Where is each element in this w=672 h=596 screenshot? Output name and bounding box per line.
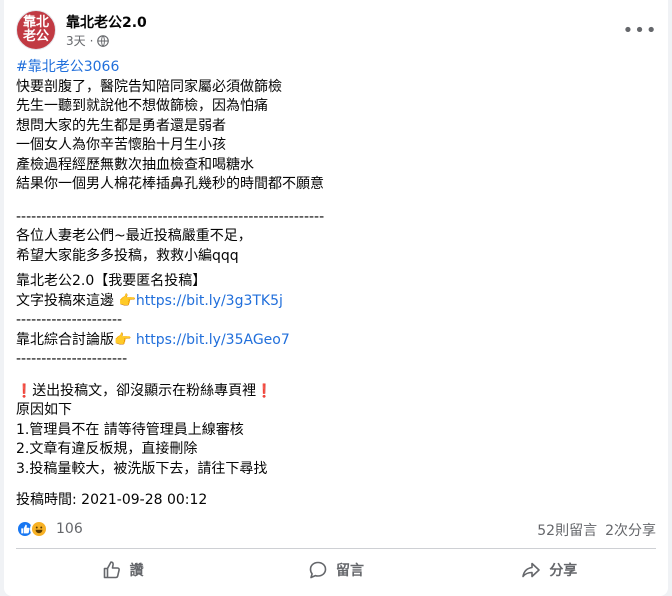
comment-count-link[interactable]: 52則留言 bbox=[537, 520, 597, 540]
post-line: 想問大家的先生都是勇者還是弱者 bbox=[16, 117, 226, 134]
page-name-link[interactable]: 靠北老公2.0 bbox=[66, 12, 147, 32]
meta-dot: · bbox=[89, 33, 94, 48]
share-arrow-icon bbox=[522, 562, 541, 578]
divider bbox=[16, 548, 656, 549]
post-stats: 106 52則留言 2次分享 bbox=[16, 520, 656, 540]
separator-short: ---------------------- bbox=[16, 351, 128, 367]
more-options-button[interactable]: ••• bbox=[623, 14, 657, 46]
reactions-summary[interactable]: 106 bbox=[16, 520, 83, 538]
post-line: 快要剖腹了，醫院告知陪同家屬必須做篩檢 bbox=[16, 78, 282, 95]
text-submit-row: 文字投稿來這邊 👉https://bit.ly/3g3TK5j bbox=[16, 292, 656, 312]
share-label: 分享 bbox=[549, 563, 578, 579]
warning-text: 送出投稿文，卻沒顯示在粉絲專頁裡 bbox=[32, 382, 257, 399]
exclamation-icon: ❗ bbox=[256, 383, 273, 399]
reason-item: 2.文章有違反板規，直接刪除 bbox=[16, 441, 198, 457]
action-bar: 讚 留言 分享 bbox=[16, 552, 656, 588]
notice-line: 希望大家能多多投稿，救救小編qqq bbox=[16, 247, 239, 264]
forum-link[interactable]: https://bit.ly/35AGeo7 bbox=[136, 332, 290, 348]
avatar-text-top: 靠北 bbox=[22, 15, 49, 30]
notice-line: 各位人妻老公們~最近投稿嚴重不足， bbox=[16, 228, 252, 244]
post-meta: 3天 · bbox=[66, 32, 110, 49]
post-body: #靠北老公3066 快要剖腹了，醫院告知陪同家屬必須做篩檢 先生一聽到就說他不想… bbox=[16, 58, 656, 511]
hashtag-link[interactable]: #靠北老公3066 bbox=[16, 58, 656, 78]
submitted-time: 投稿時間: 2021-09-28 00:12 bbox=[16, 492, 208, 508]
comment-button[interactable]: 留言 bbox=[229, 552, 442, 588]
text-submit-label: 文字投稿來這邊 👉 bbox=[16, 292, 136, 309]
reason-item: 3.投稿量較大，被洗版下去，請往下尋找 bbox=[16, 460, 268, 477]
post-line: 先生一聽到就說他不想做篩檢，因為怕痛 bbox=[16, 98, 268, 114]
stats-right: 52則留言 2次分享 bbox=[537, 520, 656, 540]
share-count-link[interactable]: 2次分享 bbox=[605, 520, 656, 540]
reaction-count: 106 bbox=[56, 521, 83, 537]
post-line: 結果你一個男人棉花棒插鼻孔幾秒的時間都不願意 bbox=[16, 176, 324, 192]
haha-reaction-icon bbox=[30, 520, 48, 538]
comment-bubble-icon bbox=[309, 561, 327, 579]
forum-label: 靠北綜合討論版👉 bbox=[16, 331, 136, 348]
globe-icon bbox=[97, 34, 110, 47]
share-button[interactable]: 分享 bbox=[443, 552, 656, 588]
reason-item: 1.管理員不在 請等待管理員上線審核 bbox=[16, 421, 244, 438]
anon-submit-title: 靠北老公2.0【我要匿名投稿】 bbox=[16, 273, 207, 289]
separator-short: --------------------- bbox=[16, 312, 123, 328]
like-button[interactable]: 讚 bbox=[16, 552, 229, 588]
post-line: 產檢過程經歷無數次抽血檢查和喝糖水 bbox=[16, 156, 254, 173]
exclamation-icon: ❗ bbox=[16, 383, 33, 399]
page-avatar[interactable]: 靠北 老公 bbox=[16, 10, 56, 50]
thumbs-up-icon bbox=[103, 561, 120, 579]
separator-long: ----------------------------------------… bbox=[16, 208, 325, 225]
warning-row: ❗送出投稿文，卻沒顯示在粉絲專頁裡❗ bbox=[16, 382, 656, 402]
reason-title: 原因如下 bbox=[16, 402, 72, 418]
like-label: 讚 bbox=[129, 563, 144, 579]
post-card: 靠北 老公 靠北老公2.0 3天 · ••• #靠北老公3066 快要剖腹了，醫… bbox=[4, 0, 668, 596]
post-time[interactable]: 3天 bbox=[66, 32, 86, 49]
text-submit-link[interactable]: https://bit.ly/3g3TK5j bbox=[136, 293, 283, 309]
forum-row: 靠北綜合討論版👉 https://bit.ly/35AGeo7 bbox=[16, 331, 656, 351]
post-header: 靠北 老公 靠北老公2.0 3天 · ••• bbox=[16, 10, 656, 50]
post-line: 一個女人為你辛苦懷胎十月生小孩 bbox=[16, 137, 226, 153]
comment-label: 留言 bbox=[335, 563, 364, 579]
avatar-text-bottom: 老公 bbox=[22, 29, 49, 44]
